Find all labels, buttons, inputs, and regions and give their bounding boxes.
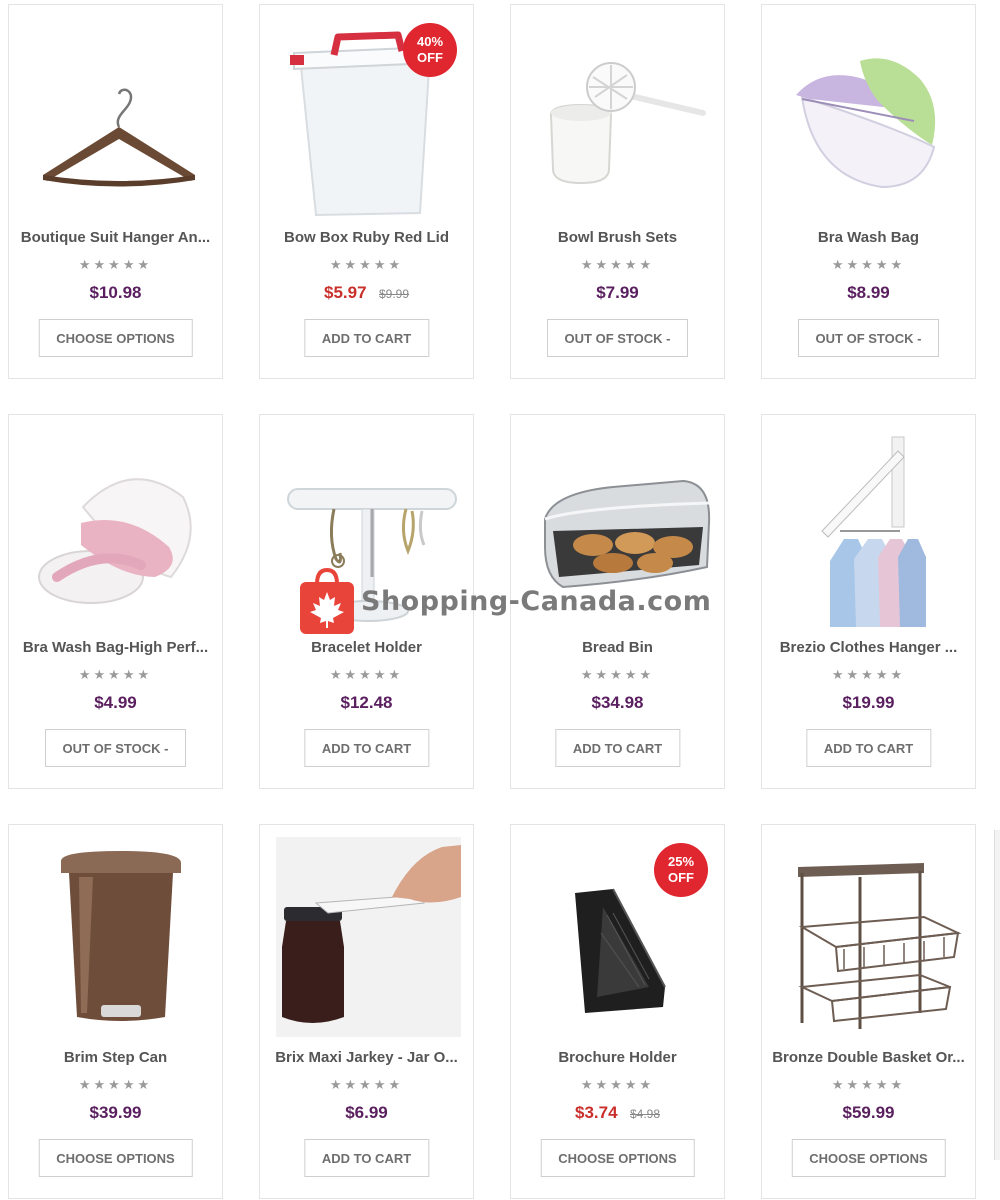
product-card[interactable]: Brim Step Can ★★★★★ $39.99 CHOOSE OPTION…: [8, 824, 223, 1199]
rating-stars: ★★★★★: [329, 1077, 404, 1092]
toilet-brush-image[interactable]: [523, 17, 712, 217]
product-name[interactable]: Brochure Holder: [519, 1049, 716, 1066]
product-price: $59.99: [842, 1103, 895, 1122]
product-price: $8.99: [847, 283, 890, 302]
jar-opener-image[interactable]: [272, 837, 461, 1037]
discount-badge: 25% OFF: [654, 843, 708, 897]
product-price: $10.98: [89, 283, 142, 302]
product-name[interactable]: Bread Bin: [519, 639, 716, 656]
product-price: $4.99: [94, 693, 137, 712]
rating-stars: ★★★★★: [329, 257, 404, 272]
product-card[interactable]: Bowl Brush Sets ★★★★★ $7.99 OUT OF STOCK…: [510, 4, 725, 379]
out-of-stock-button[interactable]: OUT OF STOCK -: [546, 319, 689, 357]
product-price: $34.98: [591, 693, 644, 712]
choose-options-button[interactable]: CHOOSE OPTIONS: [540, 1139, 695, 1177]
product-price: $39.99: [89, 1103, 142, 1122]
hanger-image[interactable]: [21, 17, 210, 217]
rating-stars: ★★★★★: [831, 1077, 906, 1092]
out-of-stock-button[interactable]: OUT OF STOCK -: [44, 729, 187, 767]
product-price: $19.99: [842, 693, 895, 712]
product-price: $12.48: [340, 693, 393, 712]
add-to-cart-button[interactable]: ADD TO CART: [303, 1139, 430, 1177]
wall-hanger-image[interactable]: [774, 427, 963, 627]
rating-stars: ★★★★★: [78, 257, 153, 272]
product-name[interactable]: Brezio Clothes Hanger ...: [770, 639, 967, 656]
basket-organizer-image[interactable]: [774, 837, 963, 1037]
product-name[interactable]: Bracelet Holder: [268, 639, 465, 656]
product-card[interactable]: 25% OFF Brochure Holder ★★★★★ $3.74 $4.9…: [510, 824, 725, 1199]
add-to-cart-button[interactable]: ADD TO CART: [805, 729, 932, 767]
rating-stars: ★★★★★: [580, 667, 655, 682]
product-card[interactable]: 40% OFF Bow Box Ruby Red Lid ★★★★★ $5.97…: [259, 4, 474, 379]
sale-price: $3.74: [574, 1103, 618, 1122]
product-name[interactable]: Bowl Brush Sets: [519, 229, 716, 246]
product-name[interactable]: Bra Wash Bag-High Perf...: [17, 639, 214, 656]
add-to-cart-button[interactable]: ADD TO CART: [303, 319, 430, 357]
rating-stars: ★★★★★: [831, 257, 906, 272]
shopping-bag-maple-leaf-icon: [300, 568, 354, 634]
choose-options-button[interactable]: CHOOSE OPTIONS: [791, 1139, 946, 1177]
product-name[interactable]: Bronze Double Basket Or...: [770, 1049, 967, 1066]
scrollbar[interactable]: [994, 830, 1000, 1160]
choose-options-button[interactable]: CHOOSE OPTIONS: [38, 319, 193, 357]
product-name[interactable]: Brim Step Can: [17, 1049, 214, 1066]
product-price: $6.99: [345, 1103, 388, 1122]
choose-options-button[interactable]: CHOOSE OPTIONS: [38, 1139, 193, 1177]
product-name[interactable]: Bra Wash Bag: [770, 229, 967, 246]
sale-price: $5.97: [323, 283, 367, 302]
add-to-cart-button[interactable]: ADD TO CART: [554, 729, 681, 767]
watermark-text: Shopping-Canada.com: [361, 585, 712, 617]
rating-stars: ★★★★★: [831, 667, 906, 682]
product-name[interactable]: Brix Maxi Jarkey - Jar O...: [268, 1049, 465, 1066]
product-name[interactable]: Boutique Suit Hanger An...: [17, 229, 214, 246]
rating-stars: ★★★★★: [329, 667, 404, 682]
product-card[interactable]: Bronze Double Basket Or... ★★★★★ $59.99 …: [761, 824, 976, 1199]
product-card[interactable]: Brix Maxi Jarkey - Jar O... ★★★★★ $6.99 …: [259, 824, 474, 1199]
product-card[interactable]: Brezio Clothes Hanger ... ★★★★★ $19.99 A…: [761, 414, 976, 789]
product-card[interactable]: Bra Wash Bag ★★★★★ $8.99 OUT OF STOCK -: [761, 4, 976, 379]
product-name[interactable]: Bow Box Ruby Red Lid: [268, 229, 465, 246]
rating-stars: ★★★★★: [580, 257, 655, 272]
product-card[interactable]: Bra Wash Bag-High Perf... ★★★★★ $4.99 OU…: [8, 414, 223, 789]
wash-bag-image[interactable]: [774, 17, 963, 217]
out-of-stock-button[interactable]: OUT OF STOCK -: [797, 319, 940, 357]
wash-bag-pink-image[interactable]: [21, 427, 210, 627]
original-price: $9.99: [378, 287, 410, 301]
watermark: Shopping-Canada.com: [300, 568, 711, 634]
product-price: $7.99: [596, 283, 639, 302]
original-price: $4.98: [629, 1107, 661, 1121]
rating-stars: ★★★★★: [78, 1077, 153, 1092]
step-can-image[interactable]: [21, 837, 210, 1037]
rating-stars: ★★★★★: [580, 1077, 655, 1092]
product-card[interactable]: Boutique Suit Hanger An... ★★★★★ $10.98 …: [8, 4, 223, 379]
add-to-cart-button[interactable]: ADD TO CART: [303, 729, 430, 767]
discount-badge: 40% OFF: [403, 23, 457, 77]
rating-stars: ★★★★★: [78, 667, 153, 682]
